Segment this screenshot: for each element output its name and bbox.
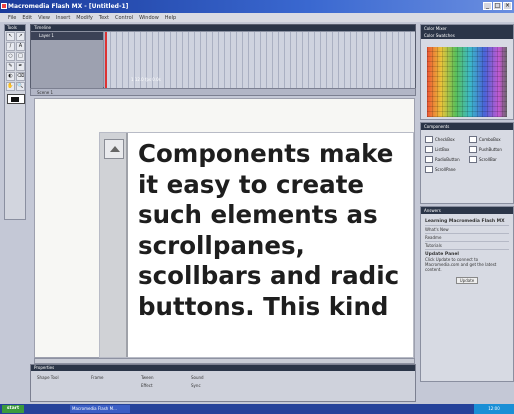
- scrollpane-component[interactable]: Components make it easy to create such ele…: [99, 132, 414, 358]
- answers-heading: Learning Macromedia Flash MX: [425, 219, 505, 224]
- stroke-fill-color-swatch[interactable]: [7, 94, 25, 104]
- system-tray-clock: 12:00: [474, 404, 514, 414]
- properties-title[interactable]: Properties: [31, 365, 415, 371]
- pushbutton-icon: [469, 146, 477, 153]
- window-title: Macromedia Flash MX - [Untitled-1]: [8, 3, 129, 10]
- properties-panel: Properties Shape Tool Frame Tween Sound …: [30, 364, 416, 402]
- scene-label[interactable]: Scene 1: [37, 90, 53, 95]
- menu-text[interactable]: Text: [99, 15, 109, 21]
- text-line: it easy to create: [138, 169, 365, 199]
- layer-row[interactable]: Layer 1: [31, 32, 103, 40]
- color-mixer-panel: Color Mixer Color Swatches: [420, 24, 514, 120]
- answers-body: Learning Macromedia Flash MX What's New …: [421, 214, 513, 288]
- text-line: buttons. This kind: [138, 291, 389, 321]
- component-item[interactable]: ListBox: [425, 146, 465, 153]
- listbox-icon: [425, 146, 433, 153]
- property-field[interactable]: Tween: [141, 375, 154, 380]
- timeline-title: Timeline: [31, 25, 415, 31]
- property-field[interactable]: Sound: [191, 375, 204, 380]
- taskbar-app-button[interactable]: Macromedia Flash M...: [70, 405, 130, 413]
- tool-grid: ↖ ↗ / A ○ □ ✎ ✒ ◐ ⌫ ✋ 🔍: [5, 31, 25, 92]
- fill-tool-icon[interactable]: ◐: [6, 72, 15, 81]
- menu-control[interactable]: Control: [115, 15, 133, 21]
- scrollpane-icon: [425, 166, 433, 173]
- timeline-status: 1 12.0 fps 0.0s: [131, 77, 161, 82]
- text-line: Components make: [138, 139, 394, 168]
- pen-tool-icon[interactable]: ✒: [16, 62, 25, 71]
- line-tool-icon[interactable]: /: [6, 42, 15, 51]
- answers-link[interactable]: Tutorials: [425, 241, 509, 248]
- window-controls: _ □ ×: [483, 2, 512, 10]
- vertical-scrollbar[interactable]: [100, 133, 128, 357]
- tools-panel: Tools ↖ ↗ / A ○ □ ✎ ✒ ◐ ⌫ ✋ 🔍: [4, 24, 26, 220]
- rectangle-tool-icon[interactable]: □: [16, 52, 25, 61]
- menu-file[interactable]: File: [8, 15, 16, 21]
- update-text: Click Update to connect to Macromedia.co…: [425, 257, 497, 272]
- menu-view[interactable]: View: [38, 15, 50, 21]
- components-panel: Components CheckBox ComboBox ListBox Pus…: [420, 122, 514, 204]
- checkbox-icon: [425, 136, 433, 143]
- menu-bar: File Edit View Insert Modify Text Contro…: [0, 13, 514, 22]
- text-tool-icon[interactable]: A: [16, 42, 25, 51]
- property-field: Shape Tool: [37, 375, 59, 380]
- oval-tool-icon[interactable]: ○: [6, 52, 15, 61]
- arrow-tool-icon[interactable]: ↖: [6, 32, 15, 41]
- timeline-panel: Timeline Layer 1 1 12.0 fps 0.0s: [30, 24, 416, 88]
- radiobutton-icon: [425, 156, 433, 163]
- component-item[interactable]: ScrollBar: [469, 156, 509, 163]
- component-item[interactable]: CheckBox: [425, 136, 465, 143]
- text-line: scrollpanes,: [138, 230, 305, 260]
- component-item[interactable]: PushButton: [469, 146, 509, 153]
- scrollbar-icon: [469, 156, 477, 163]
- scrollpane-text: Components make it easy to create such ele…: [138, 139, 413, 322]
- components-title[interactable]: Components: [421, 123, 513, 130]
- property-field[interactable]: Frame: [91, 375, 103, 380]
- scene-bar: Scene 1: [30, 88, 416, 96]
- close-button[interactable]: ×: [503, 2, 512, 10]
- color-swatches-title[interactable]: Color Swatches: [421, 32, 513, 39]
- answers-title[interactable]: Answers: [421, 207, 513, 214]
- flash-app-window: Macromedia Flash MX - [Untitled-1] _ □ ×…: [0, 0, 514, 414]
- eraser-tool-icon[interactable]: ⌫: [16, 72, 25, 81]
- components-list: CheckBox ComboBox ListBox PushButton Rad…: [421, 130, 513, 179]
- menu-edit[interactable]: Edit: [22, 15, 32, 21]
- combobox-icon: [469, 136, 477, 143]
- maximize-button[interactable]: □: [493, 2, 502, 10]
- menu-window[interactable]: Window: [139, 15, 159, 21]
- answers-link[interactable]: Readme: [425, 233, 509, 240]
- flash-app-icon: [1, 3, 7, 9]
- component-item[interactable]: ComboBox: [469, 136, 509, 143]
- title-bar: Macromedia Flash MX - [Untitled-1] _ □ ×: [0, 0, 514, 13]
- menu-help[interactable]: Help: [165, 15, 176, 21]
- zoom-tool-icon[interactable]: 🔍: [16, 82, 25, 91]
- menu-insert[interactable]: Insert: [56, 15, 70, 21]
- color-mixer-title[interactable]: Color Mixer: [421, 25, 513, 32]
- scroll-up-arrow-icon[interactable]: [104, 139, 124, 159]
- stage[interactable]: Components make it easy to create such ele…: [34, 98, 415, 358]
- answers-link[interactable]: What's New: [425, 225, 509, 232]
- pencil-tool-icon[interactable]: ✎: [6, 62, 15, 71]
- text-line: scollbars and radic: [138, 261, 400, 290]
- property-field[interactable]: Effect: [141, 383, 153, 388]
- minimize-button[interactable]: _: [483, 2, 492, 10]
- playhead[interactable]: [105, 32, 107, 88]
- menu-modify[interactable]: Modify: [76, 15, 93, 21]
- component-item[interactable]: RadioButton: [425, 156, 465, 163]
- layer-list: Layer 1: [31, 32, 103, 88]
- hand-tool-icon[interactable]: ✋: [6, 82, 15, 91]
- subselect-tool-icon[interactable]: ↗: [16, 32, 25, 41]
- text-line: such elements as: [138, 200, 378, 229]
- property-field[interactable]: Sync: [191, 383, 201, 388]
- start-button[interactable]: start: [2, 405, 24, 413]
- answers-panel: Answers Learning Macromedia Flash MX Wha…: [420, 206, 514, 382]
- taskbar: start Macromedia Flash M... 12:00: [0, 404, 514, 414]
- update-button[interactable]: Update: [456, 277, 478, 284]
- color-swatch-grid[interactable]: [427, 47, 507, 117]
- component-item[interactable]: ScrollPane: [425, 166, 465, 173]
